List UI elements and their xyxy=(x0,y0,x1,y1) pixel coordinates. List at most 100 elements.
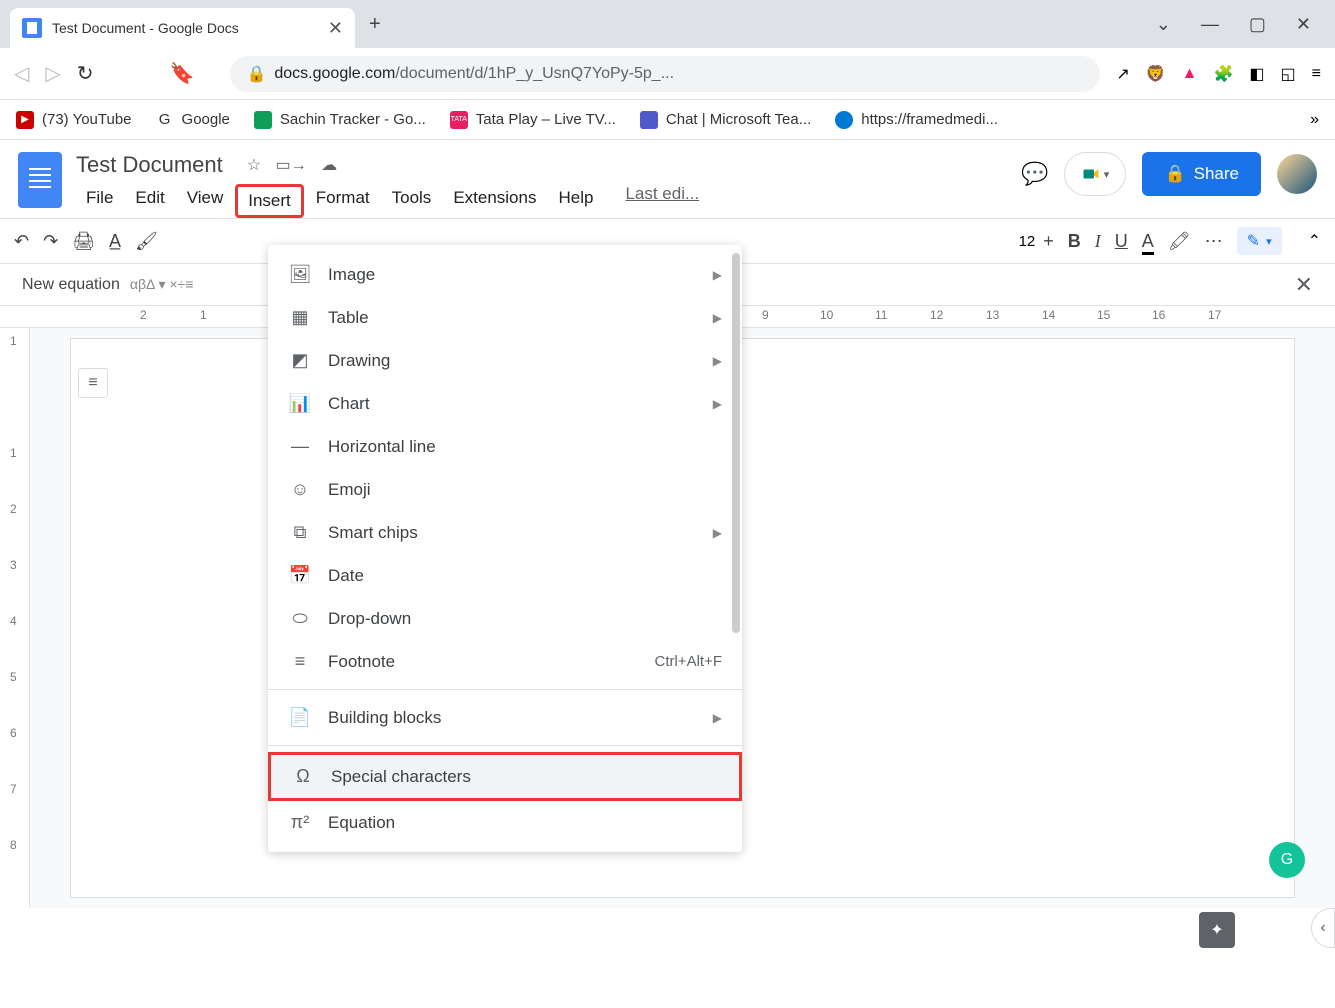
bookmark-tata[interactable]: TATATata Play – Live TV... xyxy=(450,111,616,129)
menu-file[interactable]: File xyxy=(76,184,123,218)
close-tab-icon[interactable]: ✕ xyxy=(328,18,343,39)
browser-tab-strip: Test Document - Google Docs ✕ + ⌄ — ▢ ✕ xyxy=(0,0,1335,48)
redo-button[interactable]: ↷ xyxy=(43,231,58,252)
extensions-icon[interactable]: 🧩 xyxy=(1213,64,1233,84)
bookmark-google[interactable]: GGoogle xyxy=(156,111,230,129)
menu-item-image[interactable]: 🖼 Image ▶ xyxy=(268,253,742,296)
menu-insert[interactable]: Insert xyxy=(235,184,304,218)
menu-extensions[interactable]: Extensions xyxy=(443,184,546,218)
omega-icon: Ω xyxy=(291,766,315,787)
maximize-icon[interactable]: ▢ xyxy=(1249,14,1266,35)
bookmark-icon[interactable]: 🔖 xyxy=(170,61,195,86)
onedrive-icon xyxy=(835,111,853,129)
docs-favicon xyxy=(22,18,42,38)
table-icon: ▦ xyxy=(288,307,312,328)
bookmark-tracker[interactable]: Sachin Tracker - Go... xyxy=(254,111,426,129)
new-tab-button[interactable]: + xyxy=(369,13,381,36)
grammarly-button[interactable]: G xyxy=(1269,842,1305,878)
share-button[interactable]: 🔒 Share xyxy=(1142,152,1261,196)
browser-tab[interactable]: Test Document - Google Docs ✕ xyxy=(10,8,355,48)
star-icon[interactable]: ☆ xyxy=(247,157,261,174)
menu-item-horizontal-line[interactable]: — Horizontal line xyxy=(268,425,742,468)
youtube-icon: ▶ xyxy=(16,111,34,129)
move-icon[interactable]: ▭→ xyxy=(276,157,307,174)
menu-separator xyxy=(268,745,742,746)
reload-button[interactable]: ↻ xyxy=(77,61,94,86)
pencil-icon: ✎ xyxy=(1247,231,1260,251)
meet-button[interactable]: ▾ xyxy=(1064,152,1126,196)
document-name[interactable]: Test Document xyxy=(76,152,223,178)
panel-icon[interactable]: ◧ xyxy=(1249,64,1264,84)
menu-item-footnote[interactable]: ≡ Footnote Ctrl+Alt+F xyxy=(268,640,742,683)
explore-button[interactable]: ✦ xyxy=(1199,912,1235,948)
highlight-button[interactable]: 🖍 xyxy=(1168,231,1191,252)
paint-format-button[interactable]: 🖌 xyxy=(135,231,158,252)
close-window-icon[interactable]: ✕ xyxy=(1296,14,1311,35)
menu-format[interactable]: Format xyxy=(306,184,380,218)
menu-item-building-blocks[interactable]: 📄 Building blocks ▶ xyxy=(268,696,742,739)
bookmarks-overflow[interactable]: » xyxy=(1310,111,1319,129)
chevron-down-icon[interactable]: ⌄ xyxy=(1156,14,1171,35)
last-edit-link[interactable]: Last edi... xyxy=(625,184,699,218)
undo-button[interactable]: ↶ xyxy=(14,231,29,252)
image-icon: 🖼 xyxy=(288,264,312,285)
menu-bar: File Edit View Insert Format Tools Exten… xyxy=(76,184,1007,218)
share-url-icon[interactable]: ↗ xyxy=(1116,64,1129,84)
cloud-icon[interactable]: ☁ xyxy=(321,157,337,174)
bookmark-framed[interactable]: https://framedmedi... xyxy=(835,111,998,129)
menu-edit[interactable]: Edit xyxy=(125,184,174,218)
back-button[interactable]: ◁ xyxy=(14,61,29,86)
bookmark-teams[interactable]: Chat | Microsoft Tea... xyxy=(640,111,811,129)
menu-item-chart[interactable]: 📊 Chart ▶ xyxy=(268,382,742,425)
blocks-icon: 📄 xyxy=(288,707,312,728)
underline-button[interactable]: U xyxy=(1115,231,1128,252)
dropdown-scrollbar[interactable] xyxy=(732,253,740,633)
font-size-value[interactable]: 12 xyxy=(1019,233,1036,250)
address-bar[interactable]: 🔒 docs.google.com/document/d/1hP_y_UsnQ7… xyxy=(230,56,1100,92)
more-button[interactable]: ⋯ xyxy=(1205,231,1223,252)
wallet-icon[interactable]: ◱ xyxy=(1281,64,1296,84)
user-avatar[interactable] xyxy=(1277,154,1317,194)
window-controls: ⌄ — ▢ ✕ xyxy=(1156,14,1335,35)
extension-badge-icon[interactable]: ▲ xyxy=(1182,65,1198,83)
new-equation-label[interactable]: New equation xyxy=(22,276,120,294)
comments-icon[interactable]: 💬 xyxy=(1021,161,1048,187)
menu-tools[interactable]: Tools xyxy=(382,184,442,218)
equation-symbols[interactable]: αβΔ ▾ ×÷≡ xyxy=(130,276,194,293)
menu-item-table[interactable]: ▦ Table ▶ xyxy=(268,296,742,339)
menu-icon[interactable]: ≡ xyxy=(1312,65,1321,83)
menu-item-drawing[interactable]: ◩ Drawing ▶ xyxy=(268,339,742,382)
doc-action-icons: ☆ ▭→ ☁ xyxy=(237,155,337,175)
menu-view[interactable]: View xyxy=(177,184,234,218)
editing-mode-button[interactable]: ✎ ▾ xyxy=(1237,227,1282,255)
menu-item-smart-chips[interactable]: ⧉ Smart chips ▶ xyxy=(268,511,742,554)
vertical-ruler[interactable]: 1 1 2 3 4 5 6 7 8 xyxy=(0,328,30,908)
text-color-button[interactable]: A xyxy=(1142,231,1154,252)
browser-nav-bar: ◁ ▷ ↻ 🔖 🔒 docs.google.com/document/d/1hP… xyxy=(0,48,1335,100)
minimize-icon[interactable]: — xyxy=(1201,14,1219,35)
menu-item-date[interactable]: 📅 Date xyxy=(268,554,742,597)
google-icon: G xyxy=(156,111,174,129)
outline-toggle[interactable]: ≡ xyxy=(78,368,108,398)
collapse-toolbar-button[interactable]: ⌃ xyxy=(1308,231,1321,251)
submenu-arrow-icon: ▶ xyxy=(713,268,722,282)
menu-help[interactable]: Help xyxy=(548,184,603,218)
italic-button[interactable]: I xyxy=(1095,231,1101,252)
font-size-plus[interactable]: + xyxy=(1043,231,1054,252)
menu-item-emoji[interactable]: ☺ Emoji xyxy=(268,468,742,511)
close-equation-bar[interactable]: ✕ xyxy=(1295,272,1313,298)
bold-button[interactable]: B xyxy=(1068,231,1081,252)
meet-icon xyxy=(1082,165,1100,183)
menu-item-dropdown[interactable]: ⬭ Drop-down xyxy=(268,597,742,640)
menu-item-equation[interactable]: π² Equation xyxy=(268,801,742,844)
forward-button[interactable]: ▷ xyxy=(45,61,60,86)
submenu-arrow-icon: ▶ xyxy=(713,526,722,540)
print-button[interactable]: 🖨 xyxy=(72,231,95,252)
docs-logo[interactable] xyxy=(18,152,62,208)
menu-item-special-characters[interactable]: Ω Special characters xyxy=(268,752,742,801)
bookmark-youtube[interactable]: ▶(73) YouTube xyxy=(16,111,132,129)
brave-icon[interactable]: 🦁 xyxy=(1146,64,1166,84)
side-panel-toggle[interactable]: ‹ xyxy=(1311,908,1335,948)
footnote-shortcut: Ctrl+Alt+F xyxy=(654,653,722,670)
spellcheck-button[interactable]: A̲ xyxy=(109,231,121,252)
